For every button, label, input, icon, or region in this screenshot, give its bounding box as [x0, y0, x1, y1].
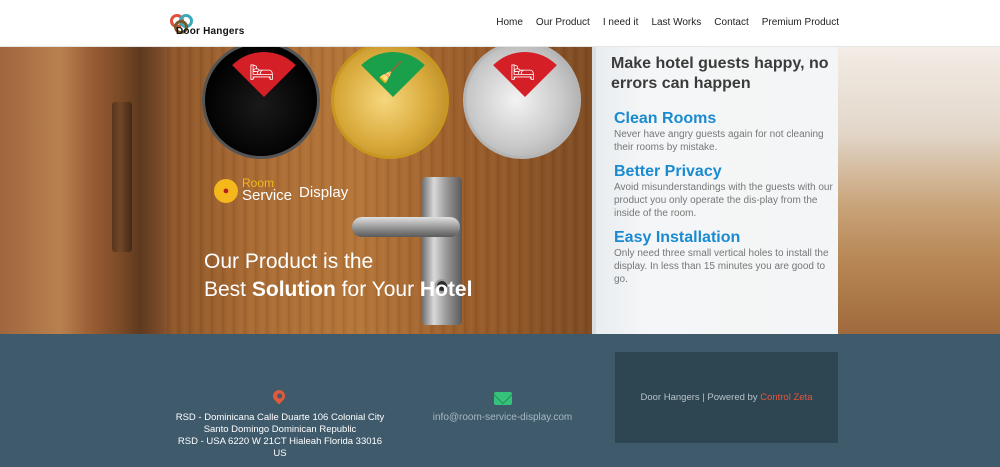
panel-title: Make hotel guests happy, no errors can h…: [611, 55, 829, 92]
feature-text: Avoid misunderstandings with the guests …: [614, 182, 833, 219]
door-hinge: [112, 102, 132, 252]
nav-contact[interactable]: Contact: [714, 17, 748, 28]
feature-title: Easy Installation: [614, 229, 741, 246]
feature-clean-rooms: Clean Rooms Never have angry guests agai…: [614, 109, 834, 154]
site-footer: RSD - Dominicana Calle Duarte 106 Coloni…: [0, 334, 1000, 467]
location-pin-icon: [270, 387, 288, 405]
hero-slogan: Our Product is the Best Solution for You…: [204, 248, 472, 304]
address-line: RSD - USA 6220 W 21CT Hialeah Florida 33…: [177, 436, 383, 447]
address-line: RSD - Dominicana Calle Duarte 106 Coloni…: [175, 412, 385, 423]
features-panel: Make hotel guests happy, no errors can h…: [592, 47, 838, 334]
control-zeta-link[interactable]: Control Zeta: [760, 392, 812, 403]
hero-background-right: [838, 47, 1000, 334]
footer-address: RSD - Dominicana Calle Duarte 106 Coloni…: [160, 412, 400, 460]
make-up-room-icon: 🧹: [378, 62, 403, 84]
feature-better-privacy: Better Privacy Avoid misunderstandings w…: [614, 162, 834, 220]
nav-premium-product[interactable]: Premium Product: [762, 17, 839, 28]
main-nav: Home Our Product I need it Last Works Co…: [496, 17, 839, 28]
do-not-disturb-icon: 🛏: [510, 62, 536, 84]
smiley-icon: ●: [214, 178, 238, 203]
slogan-line-1: Our Product is the: [204, 250, 374, 273]
do-not-disturb-icon: 🛏: [249, 62, 275, 84]
nav-last-works[interactable]: Last Works: [651, 17, 701, 28]
site-header: Door Hangers Home Our Product I need it …: [0, 0, 1000, 47]
hero-banner: 🛏 🧹 🛏 ● Room Service Display Our Product…: [0, 47, 1000, 334]
address-line: Santo Domingo Dominican Republic: [203, 424, 357, 435]
envelope-icon: [494, 392, 512, 405]
door-handle-lever: [352, 217, 460, 237]
footer-credit: Door Hangers | Powered by Control Zeta: [640, 392, 813, 403]
nav-i-need-it[interactable]: I need it: [603, 17, 639, 28]
feature-title: Clean Rooms: [614, 110, 717, 127]
site-logo[interactable]: Door Hangers: [170, 12, 244, 37]
feature-text: Never have angry guests again for not cl…: [614, 129, 824, 153]
brand-service: Service: [242, 187, 293, 204]
address-line: US: [273, 448, 287, 459]
feature-easy-installation: Easy Installation Only need three small …: [614, 228, 834, 286]
logo-text: Door Hangers: [176, 26, 245, 37]
slogan-line-2: Best Solution for Your Hotel: [204, 278, 473, 301]
feature-title: Better Privacy: [614, 163, 722, 180]
feature-text: Only need three small vertical holes to …: [614, 248, 829, 285]
brand-display: Display: [299, 184, 349, 201]
credit-box: Door Hangers | Powered by Control Zeta: [615, 352, 838, 443]
nav-home[interactable]: Home: [496, 17, 523, 28]
nav-our-product[interactable]: Our Product: [536, 17, 590, 28]
room-service-display-logo: ● Room Service Display: [214, 177, 349, 204]
footer-email-link[interactable]: info@room-service-display.com: [400, 412, 605, 423]
